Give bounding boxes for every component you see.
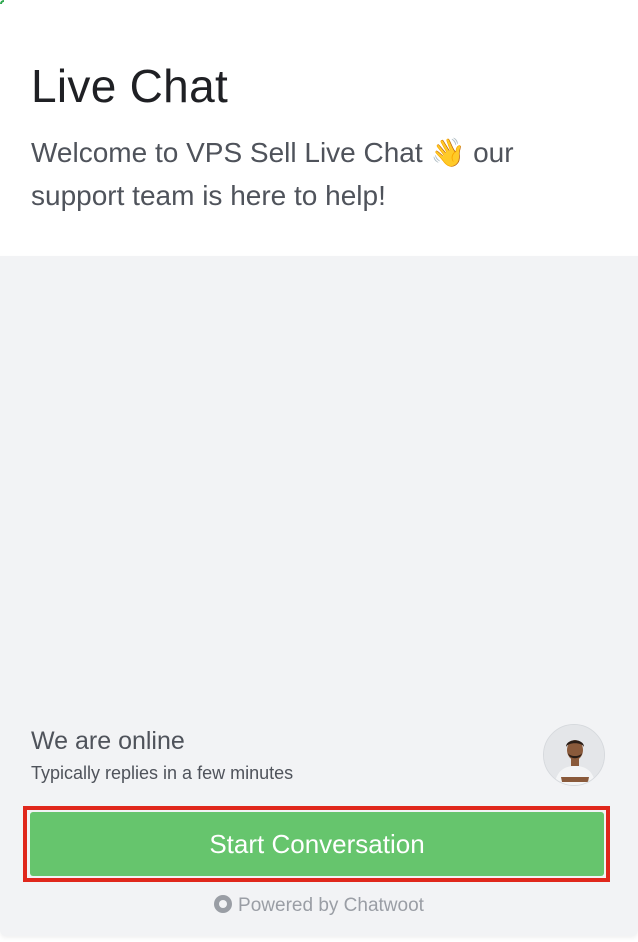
powered-by-text: Powered by Chatwoot (238, 895, 424, 916)
page-title: Live Chat (31, 60, 229, 112)
start-conversation-button[interactable]: Start Conversation (30, 812, 604, 876)
reply-time-text: Typically replies in a few minutes (31, 763, 294, 783)
chatwoot-logo-icon (214, 895, 233, 913)
powered-by-branding[interactable]: Powered by Chatwoot (0, 892, 638, 920)
widget-header: Live Chat Welcome to VPS Sell Live Chat … (0, 0, 638, 256)
chat-widget: Live Chat Welcome to VPS Sell Live Chat … (0, 0, 638, 942)
intro-text: Welcome to VPS Sell Live Chat 👋 our supp… (31, 137, 514, 211)
agent-avatar (543, 724, 605, 786)
availability-title: We are online (31, 727, 185, 755)
agent-avatar-icon (544, 725, 604, 785)
corner-accent (0, 0, 4, 4)
